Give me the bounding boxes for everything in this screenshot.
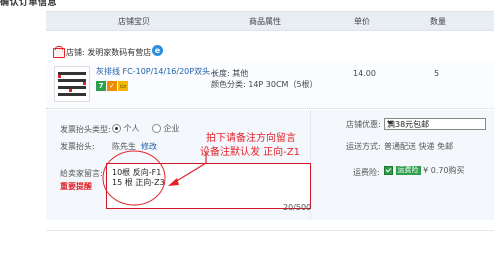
annotation-line-1: 拍下请备注方向留言 (206, 133, 296, 144)
bottom-divider (46, 230, 494, 231)
annotation-arrowhead (168, 178, 179, 186)
annotation-line-2: 设备注默认发 正向-Z1 (200, 147, 300, 158)
highlight-circle (102, 150, 166, 206)
